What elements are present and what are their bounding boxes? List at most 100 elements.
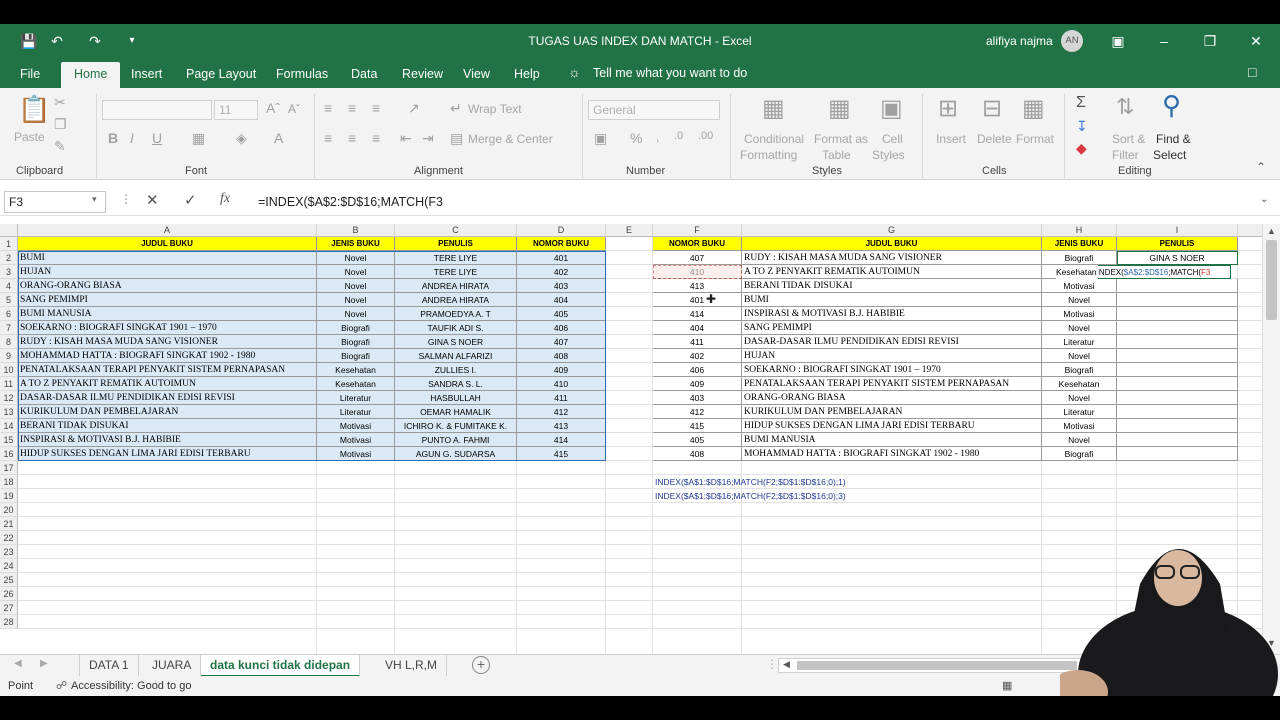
close-icon[interactable]: ✕: [1244, 30, 1268, 52]
table-cell[interactable]: 404: [653, 321, 742, 335]
sheet-tab-vh-lrm[interactable]: VH L,R,M: [376, 655, 448, 677]
scroll-down-icon[interactable]: ▼: [1267, 638, 1276, 648]
table-cell[interactable]: 409: [517, 363, 606, 377]
user-name[interactable]: alifiya najma: [986, 34, 1053, 48]
font-color-icon[interactable]: A: [274, 130, 283, 146]
table-cell[interactable]: BUMI: [742, 293, 1042, 307]
table-cell[interactable]: Literatur: [1042, 335, 1117, 349]
row-header[interactable]: 22: [0, 531, 18, 545]
tab-help[interactable]: Help: [507, 62, 547, 88]
table-cell[interactable]: Novel: [1042, 391, 1117, 405]
prev-sheet-icon[interactable]: ◀: [14, 658, 22, 669]
row-header[interactable]: 17: [0, 461, 18, 475]
sort-filter-label[interactable]: Sort &: [1112, 132, 1145, 146]
table-cell[interactable]: BUMI MANUSIA: [18, 307, 317, 321]
delete-cells-icon[interactable]: ⊟: [982, 94, 1002, 123]
percent-icon[interactable]: %: [630, 130, 642, 146]
table-cell[interactable]: INSPIRASI & MOTIVASI B.J. HABIBIE: [742, 307, 1042, 321]
table-cell[interactable]: Motivasi: [1042, 279, 1117, 293]
table-cell[interactable]: 412: [517, 405, 606, 419]
table-cell[interactable]: Biografi: [317, 335, 395, 349]
table-cell[interactable]: SOEKARNO : BIOGRAFI SINGKAT 1901 – 1970: [742, 363, 1042, 377]
table-cell[interactable]: RUDY : KISAH MASA MUDA SANG VISIONER: [742, 251, 1042, 265]
wrap-text-icon[interactable]: ↵: [450, 100, 462, 117]
table-cell[interactable]: [1117, 419, 1238, 433]
row-header[interactable]: 12: [0, 391, 18, 405]
table-cell[interactable]: 401: [517, 251, 606, 265]
comma-style-icon[interactable]: ,: [656, 130, 659, 144]
sheet-tab-data-1[interactable]: DATA 1: [79, 655, 139, 677]
increase-decimal-icon[interactable]: .0: [674, 130, 683, 142]
row-header[interactable]: 24: [0, 559, 18, 573]
row-header[interactable]: 27: [0, 601, 18, 615]
font-size-select[interactable]: 11: [214, 100, 258, 120]
table-cell[interactable]: Novel: [317, 279, 395, 293]
table-cell[interactable]: 415: [653, 419, 742, 433]
horizontal-scrollbar[interactable]: ◀ ▶: [778, 658, 1262, 673]
table-cell[interactable]: BERANI TIDAK DISUKAI: [18, 419, 317, 433]
table-cell[interactable]: Novel: [317, 293, 395, 307]
table-cell[interactable]: HUJAN: [18, 265, 317, 279]
table-cell[interactable]: Motivasi: [317, 433, 395, 447]
find-select-label[interactable]: Find &: [1156, 132, 1191, 146]
table-cell[interactable]: Literatur: [1042, 405, 1117, 419]
table-cell[interactable]: [1117, 335, 1238, 349]
accounting-icon[interactable]: ▣: [594, 130, 607, 147]
row-header[interactable]: 13: [0, 405, 18, 419]
table-cell[interactable]: DASAR-DASAR ILMU PENDIDIKAN EDISI REVISI: [18, 391, 317, 405]
find-select-icon[interactable]: ⚲: [1162, 90, 1181, 121]
select-all-corner[interactable]: [0, 224, 18, 237]
row-header[interactable]: 25: [0, 573, 18, 587]
align-center-icon[interactable]: ≡: [348, 130, 356, 146]
tab-insert[interactable]: Insert: [124, 62, 169, 88]
increase-indent-icon[interactable]: ⇥: [422, 130, 434, 147]
autosum-icon[interactable]: Σ: [1076, 94, 1086, 112]
table-cell[interactable]: ANDREA HIRATA: [395, 279, 517, 293]
row-header[interactable]: 7: [0, 321, 18, 335]
tab-formulas[interactable]: Formulas: [269, 62, 335, 88]
column-header-a[interactable]: A: [18, 224, 317, 237]
table-cell[interactable]: PRAMOEDYA A. T: [395, 307, 517, 321]
vertical-scroll-thumb[interactable]: [1266, 240, 1277, 320]
table-cell[interactable]: HIDUP SUKSES DENGAN LIMA JARI EDISI TERB…: [742, 419, 1042, 433]
table-cell[interactable]: KURIKULUM DAN PEMBELAJARAN: [18, 405, 317, 419]
table-cell[interactable]: Kesehatan: [317, 363, 395, 377]
table-cell[interactable]: 414: [653, 307, 742, 321]
worksheet-grid[interactable]: ABCDEFGHI 1 2 3 4 5 6 7 8 9 10 11 12 13 14 15 16 17 18 19 2…: [0, 224, 1262, 654]
tab-view[interactable]: View: [456, 62, 497, 88]
accessibility-status[interactable]: Accessibility: Good to go: [71, 676, 191, 696]
table-cell[interactable]: Novel: [317, 251, 395, 265]
table-cell[interactable]: 404: [517, 293, 606, 307]
row-header[interactable]: 20: [0, 503, 18, 517]
column-header-f[interactable]: F: [653, 224, 742, 237]
row-header[interactable]: 9: [0, 349, 18, 363]
table-cell[interactable]: ZULLIES I.: [395, 363, 517, 377]
table-cell[interactable]: AGUN G. SUDARSA: [395, 447, 517, 461]
row-header[interactable]: 8: [0, 335, 18, 349]
table-cell[interactable]: HUJAN: [742, 349, 1042, 363]
paste-button[interactable]: Paste: [14, 130, 45, 144]
tab-data[interactable]: Data: [344, 62, 384, 88]
name-box[interactable]: F3: [4, 191, 106, 213]
table-cell[interactable]: [1117, 405, 1238, 419]
table-cell[interactable]: [1117, 377, 1238, 391]
table-cell[interactable]: Motivasi: [317, 419, 395, 433]
table-cell[interactable]: Literatur: [317, 391, 395, 405]
sheet-tab-juara[interactable]: JUARA: [143, 655, 202, 677]
tab-page-layout[interactable]: Page Layout: [179, 62, 263, 88]
table-cell[interactable]: [1117, 321, 1238, 335]
horizontal-scroll-thumb[interactable]: [797, 661, 1077, 670]
table-cell[interactable]: 403: [653, 391, 742, 405]
sort-filter-label-2[interactable]: Filter: [1112, 148, 1139, 162]
table-cell[interactable]: 405: [517, 307, 606, 321]
row-header[interactable]: 28: [0, 615, 18, 629]
orientation-icon[interactable]: ↗: [408, 100, 420, 117]
table-cell[interactable]: Motivasi: [1042, 419, 1117, 433]
top-align-icon[interactable]: ≡: [324, 100, 332, 116]
table-cell[interactable]: HIDUP SUKSES DENGAN LIMA JARI EDISI TERB…: [18, 447, 317, 461]
table-cell[interactable]: MOHAMMAD HATTA : BIOGRAFI SINGKAT 1902 -…: [18, 349, 317, 363]
formula-edit-cell[interactable]: =INDEX($A$2:$D$16;MATCH(F3: [1091, 265, 1231, 279]
table-cell[interactable]: 409: [653, 377, 742, 391]
table-cell[interactable]: 405: [653, 433, 742, 447]
table-cell[interactable]: 408: [517, 349, 606, 363]
